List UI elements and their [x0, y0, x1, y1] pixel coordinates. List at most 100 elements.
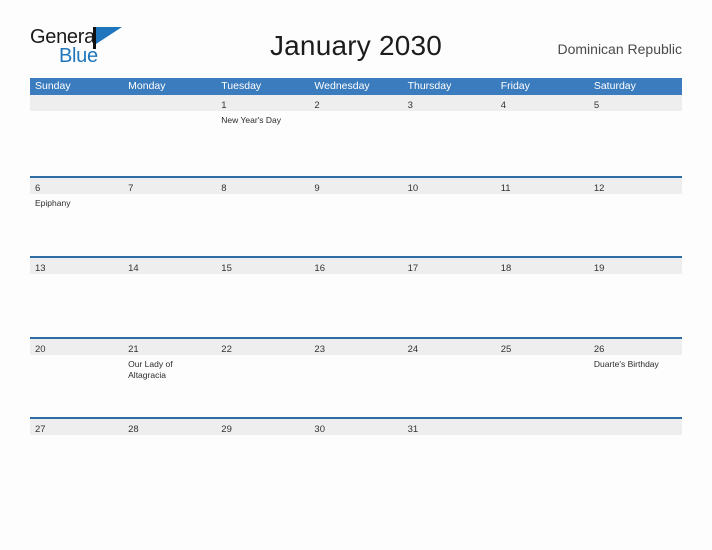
- day-number: 5: [593, 100, 600, 111]
- weekday-saturday: Saturday: [593, 80, 636, 92]
- calendar-day-cell[interactable]: 31: [402, 419, 496, 498]
- calendar-day-cell[interactable]: 28: [123, 419, 217, 498]
- calendar-day-cell[interactable]: 30: [309, 419, 403, 498]
- calendar-day-cell[interactable]: 20: [30, 338, 124, 417]
- day-number-band: 7: [123, 177, 217, 194]
- day-number: 3: [407, 100, 413, 111]
- day-number-band: 22: [216, 338, 310, 355]
- calendar-day-cell[interactable]: 26 Duarte's Birthday: [588, 338, 682, 417]
- day-number: 22: [221, 343, 232, 355]
- calendar-day-cell[interactable]: 24: [402, 338, 496, 417]
- day-number-band: 8: [216, 177, 310, 194]
- calendar-week-row: 13 14 15 16 17 18 19: [30, 256, 682, 337]
- day-number-band: 25: [495, 338, 589, 355]
- weekday-sunday: Sunday: [35, 80, 71, 92]
- day-number-band: 27: [30, 419, 124, 435]
- calendar-day-cell[interactable]: 3: [402, 95, 496, 176]
- day-number-band: 17: [402, 258, 496, 274]
- calendar-day-cell[interactable]: 5: [588, 95, 682, 176]
- day-number: 12: [593, 182, 605, 194]
- day-number: 10: [407, 182, 419, 194]
- day-number-band: 28: [123, 419, 217, 435]
- day-event-label: Duarte's Birthday: [593, 358, 659, 369]
- day-number: 28: [128, 424, 139, 435]
- day-number-band: [30, 95, 124, 111]
- calendar-week-row: 27 28 29 30 31: [30, 417, 682, 498]
- calendar-week-row: 20 21 Our Lady of Altagracia 22 23 24 25 26 Duar…: [30, 336, 682, 417]
- day-number: 2: [314, 100, 320, 111]
- calendar-day-cell-empty: [30, 95, 124, 176]
- day-number-band: 23: [309, 338, 403, 355]
- weekday-wednesday: Wednesday: [314, 80, 370, 92]
- calendar-day-cell[interactable]: 18: [495, 258, 589, 337]
- weekday-friday: Friday: [500, 80, 530, 92]
- calendar-day-cell[interactable]: 15: [216, 258, 310, 337]
- region-label: Dominican Republic: [557, 41, 682, 57]
- day-number-band: 14: [123, 258, 217, 274]
- day-number-band: 12: [588, 177, 682, 194]
- day-number: 1: [221, 100, 227, 111]
- day-number: 24: [407, 343, 419, 355]
- day-number: 19: [593, 263, 605, 274]
- calendar-day-cell[interactable]: 22: [216, 338, 310, 417]
- day-number: 27: [35, 424, 46, 435]
- calendar-weeks: 1 New Year's Day 2 3 4 5 6 Epiphany 7 8 9 10 11 12 13 1…: [30, 95, 682, 498]
- day-number-band: 15: [216, 258, 310, 274]
- day-number-band: 6: [30, 177, 124, 194]
- calendar-grid: Sunday Monday Tuesday Wednesday Thursday…: [30, 78, 682, 498]
- day-number-band: 16: [309, 258, 403, 274]
- day-event-label: New Year's Day: [221, 115, 282, 125]
- calendar-day-cell-empty: [588, 419, 682, 498]
- day-number-band: 11: [495, 177, 589, 194]
- calendar-day-cell[interactable]: 2: [309, 95, 403, 176]
- calendar-day-cell[interactable]: 10: [402, 177, 496, 256]
- weekday-thursday: Thursday: [407, 80, 452, 92]
- day-number-band: 13: [30, 258, 124, 274]
- calendar-day-cell[interactable]: 8: [216, 177, 310, 256]
- day-number-band: 4: [495, 95, 589, 111]
- day-number: 15: [221, 263, 232, 274]
- calendar-day-cell[interactable]: 9: [309, 177, 403, 256]
- page-header: General Blue January 2030 Dominican Repu…: [30, 26, 682, 72]
- day-number-band: 1: [216, 95, 310, 111]
- day-number: 6: [35, 182, 41, 194]
- day-number-band: 19: [588, 258, 682, 274]
- calendar-day-cell[interactable]: 4: [495, 95, 589, 176]
- calendar-day-cell[interactable]: 11: [495, 177, 589, 256]
- calendar-day-cell[interactable]: 29: [216, 419, 310, 498]
- day-number: 30: [314, 424, 325, 435]
- calendar-day-cell[interactable]: 1 New Year's Day: [216, 95, 310, 176]
- day-number-band: 29: [216, 419, 310, 435]
- day-number: 26: [593, 343, 605, 355]
- day-number: 14: [128, 263, 139, 274]
- day-number: 31: [407, 424, 419, 435]
- calendar-day-cell[interactable]: 23: [309, 338, 403, 417]
- calendar-day-cell[interactable]: 14: [123, 258, 217, 337]
- day-number: 8: [221, 182, 227, 194]
- calendar-week-row: 1 New Year's Day 2 3 4 5: [30, 95, 682, 176]
- day-number-band: 3: [402, 95, 496, 111]
- weekday-monday: Monday: [128, 80, 166, 92]
- day-number-band: 21: [123, 338, 217, 355]
- day-number: 9: [314, 182, 320, 194]
- day-event-label: Epiphany: [35, 197, 71, 208]
- day-number-band: 2: [309, 95, 403, 111]
- calendar-day-cell[interactable]: 7: [123, 177, 217, 256]
- day-number: 21: [128, 343, 139, 355]
- weekday-tuesday: Tuesday: [221, 80, 262, 92]
- calendar-day-cell[interactable]: 27: [30, 419, 124, 498]
- calendar-day-cell[interactable]: 25: [495, 338, 589, 417]
- day-number: 4: [500, 100, 506, 111]
- calendar-day-cell[interactable]: 17: [402, 258, 496, 337]
- calendar-day-cell[interactable]: 12: [588, 177, 682, 256]
- day-event-label: Our Lady of Altagracia: [128, 358, 173, 381]
- day-number: 17: [407, 263, 419, 274]
- calendar-day-cell[interactable]: 16: [309, 258, 403, 337]
- calendar-week-row: 6 Epiphany 7 8 9 10 11 12: [30, 175, 682, 256]
- day-number: 16: [314, 263, 325, 274]
- calendar-day-cell[interactable]: 19: [588, 258, 682, 337]
- calendar-day-cell[interactable]: 21 Our Lady of Altagracia: [123, 338, 217, 417]
- calendar-day-cell[interactable]: 6 Epiphany: [30, 177, 124, 256]
- calendar-day-cell-empty: [123, 95, 217, 176]
- calendar-day-cell[interactable]: 13: [30, 258, 124, 337]
